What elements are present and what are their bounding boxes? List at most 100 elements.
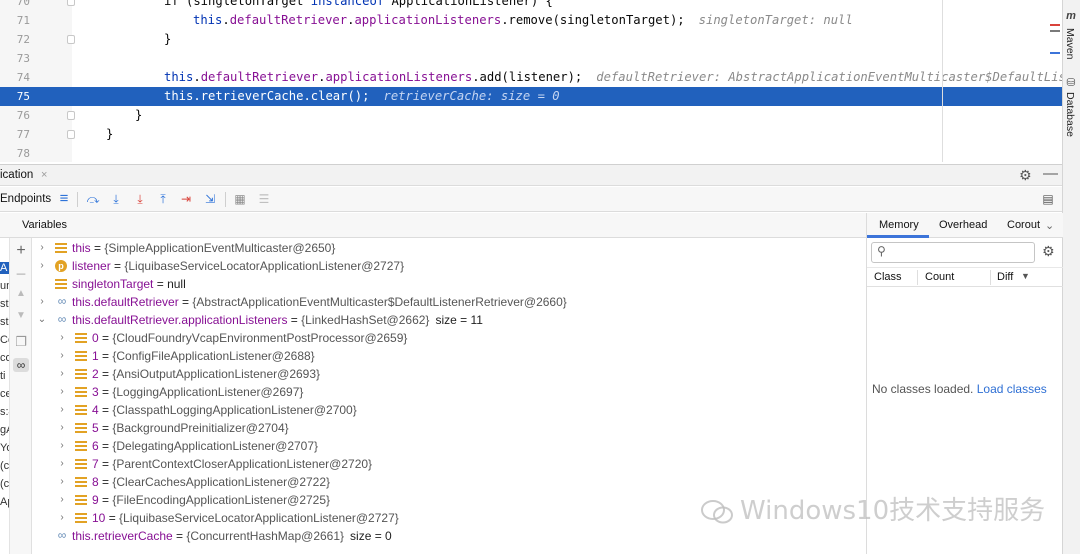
fold-marker-icon[interactable] (67, 130, 75, 139)
move-down-icon[interactable]: ▼ (13, 310, 29, 321)
database-tab[interactable]: Database (1064, 92, 1076, 137)
line-number[interactable]: 78 (14, 144, 30, 162)
expand-arrow-icon[interactable]: › (57, 491, 67, 509)
fold-marker-icon[interactable] (67, 111, 75, 120)
trace-icon[interactable]: ☰ (256, 191, 272, 207)
evaluate-expression-icon[interactable]: ▦ (232, 191, 248, 207)
show-execution-point-icon[interactable]: ⤼ (85, 191, 101, 207)
frames-list[interactable]: Aun st str Co coi ti ce s:4 gA Yo (c (c Ap (0, 238, 10, 554)
variable-row[interactable]: singletonTarget = null (33, 275, 866, 293)
variable-row[interactable]: › 7 = {ParentContextCloserApplicationList… (33, 455, 866, 473)
line-number[interactable]: 74 (14, 68, 30, 87)
variable-row[interactable]: › 8 = {ClearCachesApplicationListener@272… (33, 473, 866, 491)
sort-down-icon[interactable]: ▼ (1021, 271, 1030, 281)
line-number[interactable]: 75 (14, 87, 30, 106)
code-editor[interactable]: 70 if (singletonTarget instanceof Applica… (0, 0, 1062, 162)
move-up-icon[interactable]: ▲ (13, 288, 29, 299)
expand-arrow-icon[interactable]: › (57, 509, 67, 527)
debug-tab-title[interactable]: ication (0, 169, 33, 181)
expand-arrow-icon[interactable]: › (57, 419, 67, 437)
drop-frame-icon[interactable]: ⇥ (178, 191, 194, 207)
load-classes-link[interactable]: Load classes (977, 382, 1047, 396)
line-number[interactable]: 76 (14, 106, 30, 125)
column-class[interactable]: Class (874, 271, 902, 283)
layout-icon[interactable]: ▤ (1040, 191, 1056, 207)
warning-marker[interactable] (1050, 30, 1060, 32)
expand-arrow-icon[interactable]: › (57, 473, 67, 491)
expand-arrow-icon[interactable]: › (57, 455, 67, 473)
frame-item[interactable]: Co (0, 334, 9, 346)
variable-row[interactable]: › 3 = {LoggingApplicationListener@2697} (33, 383, 866, 401)
line-number[interactable]: 71 (14, 11, 30, 30)
code-line[interactable]: 73 (0, 49, 1062, 68)
line-number[interactable]: 70 (14, 0, 30, 11)
variable-row[interactable]: › 2 = {AnsiOutputApplicationListener@2693… (33, 365, 866, 383)
frame-item[interactable]: str (0, 316, 9, 328)
maven-icon[interactable]: m (1064, 10, 1078, 22)
step-over-icon[interactable]: ⤓ (108, 191, 124, 207)
line-number[interactable]: 73 (14, 49, 30, 68)
frame-item[interactable]: coi (0, 352, 9, 364)
run-to-cursor-icon[interactable]: ⇲ (202, 191, 218, 207)
frame-item[interactable]: Yo (0, 442, 9, 454)
database-icon[interactable]: ⛁ (1064, 76, 1078, 89)
variable-row[interactable]: › p listener = {LiquibaseServiceLocatorApp… (33, 257, 866, 275)
expand-arrow-icon[interactable]: › (57, 365, 67, 383)
maven-tab[interactable]: Maven (1064, 28, 1076, 60)
chevron-down-icon[interactable]: ⌄ (1045, 219, 1054, 232)
expand-arrow-icon[interactable]: › (37, 257, 47, 275)
collapse-arrow-icon[interactable]: ⌄ (37, 311, 47, 329)
class-search-input[interactable]: ⚲ (871, 242, 1035, 263)
menu-icon[interactable]: ≡ (56, 191, 72, 207)
close-tab-icon[interactable]: × (41, 169, 47, 181)
error-marker[interactable] (1050, 24, 1060, 26)
expand-arrow-icon[interactable]: › (57, 329, 67, 347)
expand-arrow-icon[interactable]: › (37, 293, 47, 311)
copy-icon[interactable]: ❐ (13, 334, 29, 350)
frame-item[interactable]: s:4 (0, 406, 9, 418)
line-number[interactable]: 72 (14, 30, 30, 49)
variable-row[interactable]: › 5 = {BackgroundPreinitializer@2704} (33, 419, 866, 437)
code-line[interactable]: 70 if (singletonTarget instanceof Applica… (0, 0, 1062, 11)
editor-scroll-markers[interactable] (1050, 24, 1060, 54)
code-line[interactable]: 71 this.defaultRetriever.applicationListe… (0, 11, 1062, 30)
frame-item[interactable]: un (0, 280, 9, 292)
expand-arrow-icon[interactable]: › (57, 383, 67, 401)
step-into-icon[interactable]: ⤓ (132, 191, 148, 207)
frame-item[interactable]: ce (0, 388, 9, 400)
line-number[interactable]: 77 (14, 125, 30, 144)
frame-item[interactable]: Ap (0, 496, 9, 508)
tab-coroutines[interactable]: Corout (1007, 219, 1040, 231)
variable-row[interactable]: › 4 = {ClasspathLoggingApplicationListene… (33, 401, 866, 419)
variable-row[interactable]: ∞ this.retrieverCache = {ConcurrentHashMa… (33, 527, 866, 545)
step-out-icon[interactable]: ⤒ (155, 191, 171, 207)
variable-row[interactable]: ⌄ ∞ this.defaultRetriever.applicationListe… (33, 311, 866, 329)
frame-item[interactable]: st (0, 298, 9, 310)
code-line[interactable]: 78 (0, 144, 1062, 162)
code-line[interactable]: 77} (0, 125, 1062, 144)
show-watches-icon[interactable]: ∞ (13, 358, 29, 372)
expand-arrow-icon[interactable]: › (57, 401, 67, 419)
gear-icon[interactable]: ⚙ (1019, 167, 1032, 184)
endpoints-tab[interactable]: Endpoints (0, 193, 51, 205)
code-line[interactable]: 76} (0, 106, 1062, 125)
column-count[interactable]: Count (925, 271, 954, 283)
variable-row[interactable]: › 0 = {CloudFoundryVcapEnvironmentPostPro… (33, 329, 866, 347)
caret-marker[interactable] (1050, 52, 1060, 54)
code-line-current[interactable]: 75 this.retrieverCache.clear(); retrieverC… (0, 87, 1062, 106)
variable-row[interactable]: › ∞ this.defaultRetriever = {AbstractAppli… (33, 293, 866, 311)
fold-marker-icon[interactable] (67, 0, 75, 6)
fold-marker-icon[interactable] (67, 35, 75, 44)
variable-row[interactable]: › 6 = {DelegatingApplicationListener@2707… (33, 437, 866, 455)
memory-settings-icon[interactable]: ⚙ (1042, 243, 1055, 260)
variable-row[interactable]: › this = {SimpleApplicationEventMulticast… (33, 239, 866, 257)
add-watch-icon[interactable]: + (13, 242, 29, 260)
tab-memory[interactable]: Memory (879, 219, 919, 231)
code-line[interactable]: 72} (0, 30, 1062, 49)
frame-item[interactable]: (c (0, 460, 9, 472)
expand-arrow-icon[interactable]: › (57, 437, 67, 455)
frame-item[interactable]: A (0, 262, 9, 274)
tab-overhead[interactable]: Overhead (939, 219, 987, 231)
column-diff[interactable]: Diff (997, 271, 1013, 283)
expand-arrow-icon[interactable]: › (57, 347, 67, 365)
